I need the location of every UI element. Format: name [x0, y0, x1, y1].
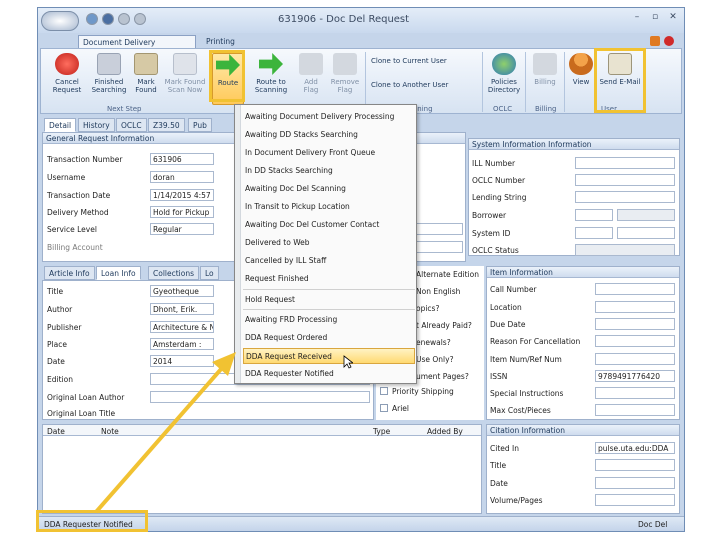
annotation-arrow — [94, 352, 236, 514]
arrow-line — [94, 366, 224, 514]
